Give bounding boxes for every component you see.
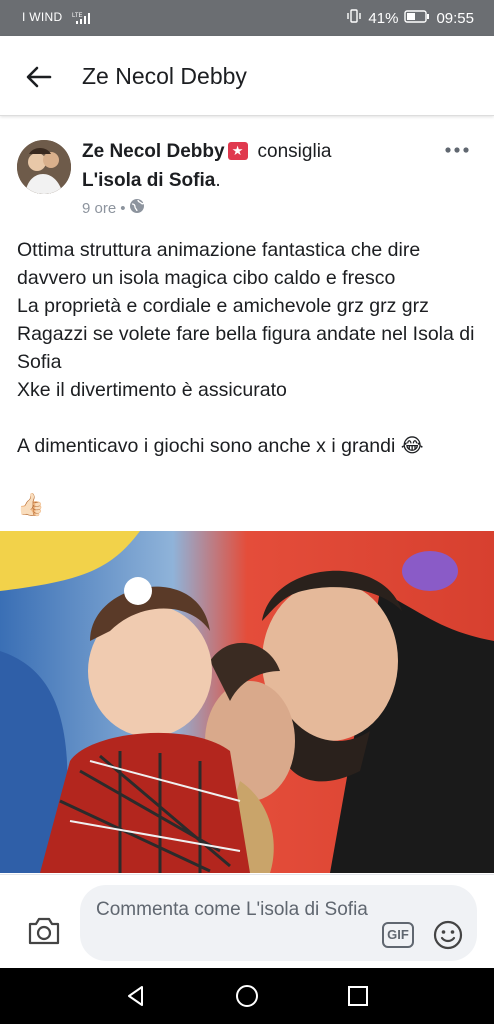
post-header: Ze Necol Debby ★ consiglia L'isola di Sofi… [0,128,494,228]
system-nav-bar [0,968,494,1024]
triangle-back-icon[interactable] [124,984,148,1008]
post-line: Ottima struttura animazione fantastica c… [17,239,421,289]
camera-icon[interactable] [26,914,62,948]
clock: 09:55 [436,9,474,27]
svg-text:LTE: LTE [72,13,83,19]
post-photo[interactable] [0,531,494,873]
app-bar: Ze Necol Debby [0,36,494,116]
post-body: Ottima struttura animazione fantastica c… [17,236,482,460]
recommends-label: consiglia [257,141,332,162]
comment-placeholder: Commenta come L'isola di Sofia [96,899,368,920]
author-line: Ze Necol Debby ★ consiglia [82,141,331,163]
signal-icon: LTE [72,11,92,28]
arrow-left-icon[interactable] [24,62,54,92]
carrier-label: I WIND [22,10,63,24]
star-badge-icon: ★ [227,142,248,160]
circle-home-icon[interactable] [235,984,259,1008]
square-recents-icon[interactable] [346,984,370,1008]
smiley-icon[interactable] [432,919,464,951]
comment-bar: Commenta come L'isola di Sofia GIF [0,874,494,968]
page-title: Ze Necol Debby [82,63,247,89]
more-dots-icon[interactable] [442,142,472,158]
post-line: Xke il divertimento è assicurato [17,379,287,401]
post-closing-line: A dimenticavo i giochi sono anche x i gr… [17,435,424,457]
page-suffix: . [215,170,221,191]
author-name[interactable]: Ze Necol Debby [82,141,225,162]
post-line: Ragazzi se volete fare bella figura anda… [17,323,475,373]
battery-percent: 41% [368,9,399,27]
page-line: L'isola di Sofia. [82,170,221,192]
vibrate-icon [346,9,362,27]
status-bar: I WIND LTE 41% 09:55 [0,0,494,36]
gif-button[interactable]: GIF [382,922,414,948]
avatar[interactable] [17,140,71,194]
battery-icon [404,9,430,27]
post-time[interactable]: 9 ore [82,200,116,217]
thumbs-up-emoji: 👍🏻 [17,492,45,517]
page-name[interactable]: L'isola di Sofia [82,170,215,191]
post-meta: 9 ore • [82,198,145,218]
globe-icon [129,198,145,218]
post-line: La proprietà e cordiale e amichevole grz… [17,295,429,317]
meta-separator: • [120,199,126,217]
comment-input[interactable]: Commenta come L'isola di Sofia GIF [80,885,477,961]
